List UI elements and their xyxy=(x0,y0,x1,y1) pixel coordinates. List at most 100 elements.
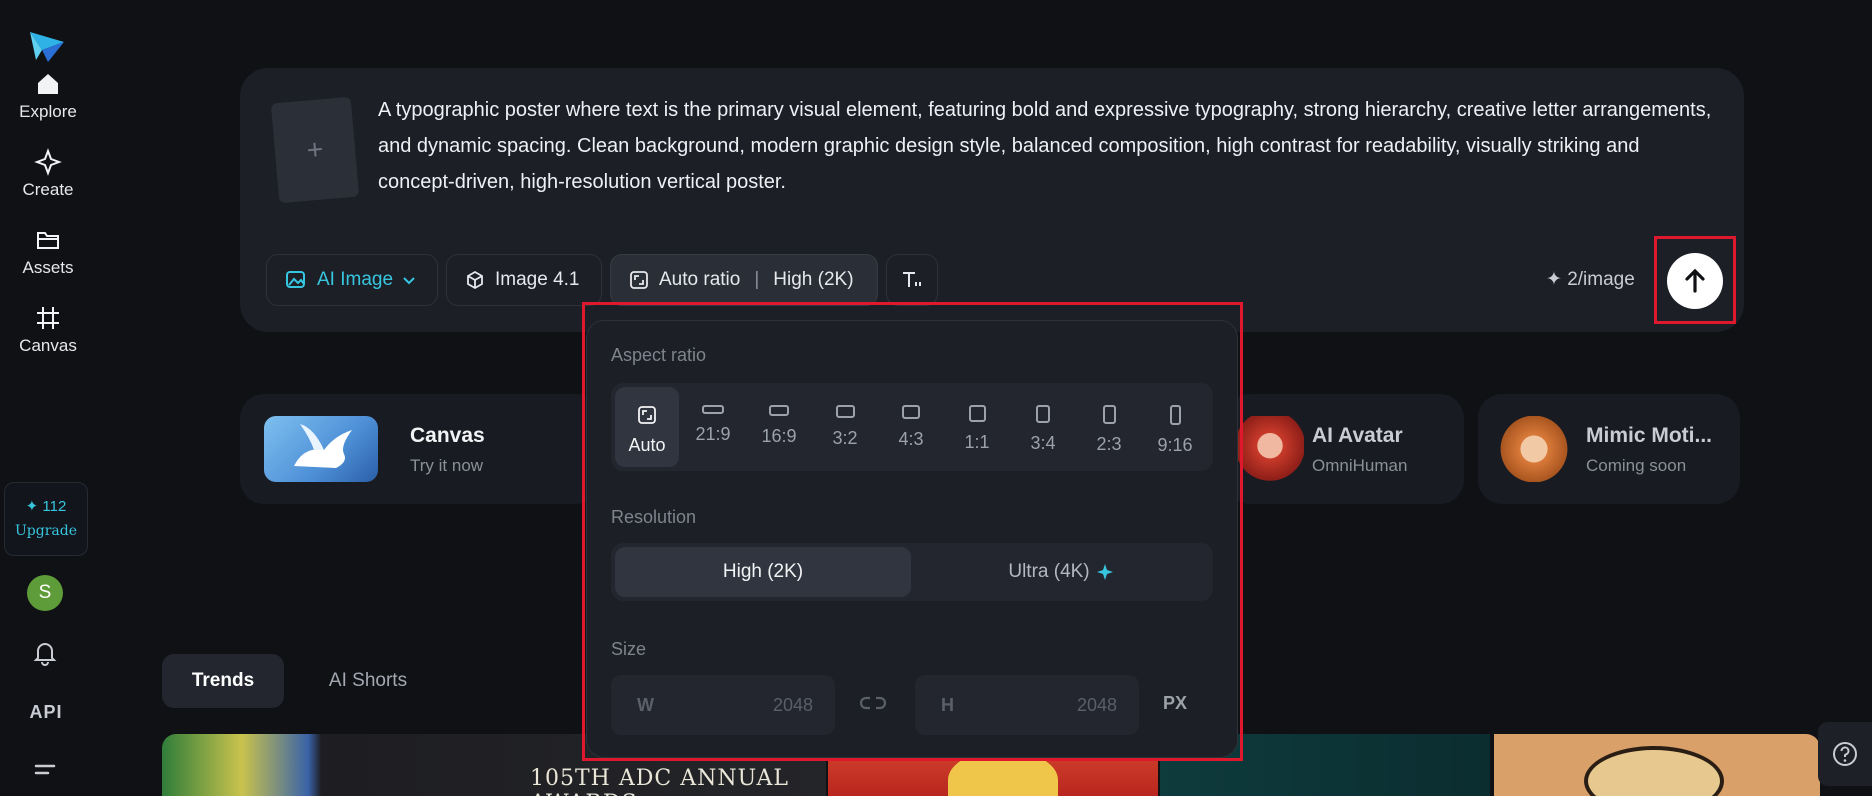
resolution-option-ultra[interactable]: Ultra (4K) xyxy=(913,547,1209,597)
feature-card-ai-avatar[interactable]: AI Avatar OmniHuman xyxy=(1226,394,1464,504)
feature-title: AI Avatar xyxy=(1312,424,1403,447)
tab-trends[interactable]: Trends xyxy=(162,654,284,708)
ratio-label: 9:16 xyxy=(1157,435,1193,455)
chevron-down-icon xyxy=(403,277,415,285)
ratio-shape-icon xyxy=(835,405,855,418)
link-ratio-icon[interactable] xyxy=(859,693,887,713)
mimic-thumbnail xyxy=(1500,416,1568,482)
sidebar-item-canvas[interactable]: Canvas xyxy=(0,304,96,356)
canvas-thumbnail xyxy=(264,416,378,482)
height-input[interactable]: H 2048 xyxy=(915,675,1139,735)
divider: | xyxy=(754,269,760,290)
image-icon xyxy=(286,271,305,288)
ratio-shape-icon xyxy=(1036,405,1050,423)
ratio-label: Auto ratio xyxy=(659,269,741,290)
tab-ai-shorts[interactable]: AI Shorts xyxy=(300,654,436,708)
sidebar-item-label: Explore xyxy=(19,102,77,121)
send-button[interactable] xyxy=(1667,253,1723,309)
aspect-ratio-label: Aspect ratio xyxy=(611,345,707,365)
feature-subtitle: Try it now xyxy=(410,456,484,475)
resolution-label: Resolution xyxy=(611,507,697,527)
sidebar-item-label: Create xyxy=(22,180,74,199)
ratio-shape-icon xyxy=(769,405,789,416)
mode-label: AI Image xyxy=(317,269,394,290)
premium-sparkle-icon xyxy=(1096,564,1113,580)
auto-ratio-icon xyxy=(638,406,656,424)
ratio-option-auto[interactable]: Auto xyxy=(615,387,679,467)
cost-per-image: ✦ 2/image xyxy=(1546,269,1635,290)
resolution-option-label: Ultra (4K) xyxy=(1008,561,1090,582)
app-logo-icon[interactable] xyxy=(28,28,66,66)
model-selector[interactable]: Image 4.1 xyxy=(446,254,602,306)
gallery-item[interactable] xyxy=(1494,734,1820,796)
avatar-thumbnail xyxy=(1236,416,1304,482)
ratio-option-2-3[interactable]: 2:3 xyxy=(1077,387,1141,467)
credits-count: ✦ 112 xyxy=(25,498,67,515)
ratio-option-16-9[interactable]: 16:9 xyxy=(747,387,811,467)
ratio-shape-icon xyxy=(1102,405,1116,424)
feature-card-canvas[interactable]: Canvas Try it now xyxy=(240,394,600,504)
ratio-label: 2:3 xyxy=(1096,434,1122,454)
ratio-shape-icon xyxy=(702,405,724,414)
help-button[interactable] xyxy=(1818,722,1872,786)
cube-icon xyxy=(467,270,483,290)
send-highlight xyxy=(1654,236,1736,324)
ratio-label: 1:1 xyxy=(964,432,990,452)
ratio-label: Auto xyxy=(628,435,666,455)
resolution-option-high[interactable]: High (2K) xyxy=(615,547,911,597)
pegasus-illustration-icon xyxy=(294,424,352,468)
sparkle-icon xyxy=(34,148,62,176)
home-icon xyxy=(38,74,58,94)
sidebar-item-create[interactable]: Create xyxy=(0,148,96,200)
ratio-icon xyxy=(630,271,648,289)
api-link[interactable]: API xyxy=(26,702,66,723)
mode-dropdown[interactable]: AI Image xyxy=(266,254,438,306)
unit-label: PX xyxy=(1163,693,1188,713)
text-style-button[interactable] xyxy=(886,254,938,306)
ratio-option-3-2[interactable]: 3:2 xyxy=(813,387,877,467)
gallery-item-title: 105TH ADC ANNUAL AWARDS xyxy=(530,766,789,796)
text-icon xyxy=(903,272,921,287)
folder-icon xyxy=(37,232,59,249)
ratio-option-1-1[interactable]: 1:1 xyxy=(945,387,1009,467)
ratio-label: 16:9 xyxy=(761,426,797,446)
ratio-label: 4:3 xyxy=(898,429,924,449)
arrow-up-icon xyxy=(1685,268,1705,293)
aspect-ratio-group: Auto 21:9 16:9 3:2 4:3 1:1 3:4 2:3 9:16 xyxy=(611,383,1213,471)
size-label: Size xyxy=(611,639,647,659)
width-input[interactable]: W 2048 xyxy=(611,675,835,735)
ratio-shape-icon xyxy=(902,405,920,419)
sidebar-item-explore[interactable]: Explore xyxy=(0,70,96,122)
image-upload-button[interactable]: + xyxy=(270,96,360,204)
feature-card-mimic-motion[interactable]: Mimic Moti... Coming soon xyxy=(1478,394,1740,504)
avatar[interactable]: S xyxy=(27,575,63,611)
height-value: 2048 xyxy=(1076,695,1117,715)
feature-title: Canvas xyxy=(410,424,485,447)
sidebar-item-assets[interactable]: Assets xyxy=(0,226,96,278)
upgrade-link[interactable]: Upgrade xyxy=(5,523,87,539)
feature-subtitle: OmniHuman xyxy=(1312,456,1408,475)
feature-title: Mimic Moti... xyxy=(1586,424,1712,447)
canvas-icon xyxy=(37,307,59,329)
feature-subtitle: Coming soon xyxy=(1586,456,1687,475)
ratio-label: 3:2 xyxy=(832,428,858,448)
ratio-option-9-16[interactable]: 9:16 xyxy=(1143,387,1207,467)
ratio-option-21-9[interactable]: 21:9 xyxy=(681,387,745,467)
ratio-shape-icon xyxy=(968,405,986,422)
sidebar-item-label: Assets xyxy=(22,258,74,277)
prompt-input[interactable]: A typographic poster where text is the p… xyxy=(378,92,1718,200)
help-icon xyxy=(1833,742,1857,766)
ratio-resolution-button[interactable]: Auto ratio | High (2K) xyxy=(610,254,878,306)
resolution-group: High (2K) Ultra (4K) xyxy=(611,543,1213,601)
gallery-illustration xyxy=(1584,746,1724,796)
model-label: Image 4.1 xyxy=(495,269,580,290)
ratio-label: 3:4 xyxy=(1030,433,1056,453)
ratio-option-3-4[interactable]: 3:4 xyxy=(1011,387,1075,467)
ratio-option-4-3[interactable]: 4:3 xyxy=(879,387,943,467)
sidebar-item-label: Canvas xyxy=(19,336,77,355)
bell-icon[interactable] xyxy=(30,638,60,668)
credits-upgrade-box[interactable]: ✦ 112 Upgrade xyxy=(4,482,88,556)
sidebar: Explore Create Assets Canvas ✦ 112 Upgra… xyxy=(0,0,96,796)
ratio-shape-icon xyxy=(1169,405,1181,425)
menu-icon[interactable] xyxy=(34,762,58,782)
